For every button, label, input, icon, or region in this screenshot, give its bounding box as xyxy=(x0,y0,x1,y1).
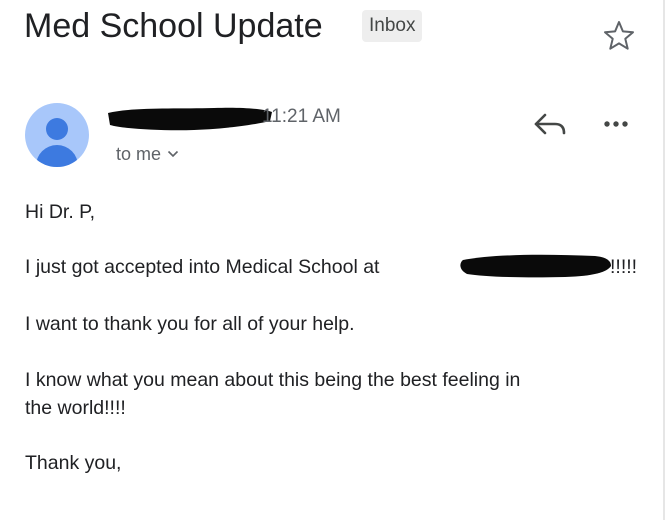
redacted-sender-name xyxy=(108,107,272,131)
email-greeting: Hi Dr. P, xyxy=(25,201,96,223)
chevron-down-icon xyxy=(167,150,179,158)
redacted-school-name xyxy=(460,254,611,278)
avatar-head xyxy=(46,118,68,140)
sender-avatar[interactable] xyxy=(25,103,89,167)
inbox-label-badge[interactable]: Inbox xyxy=(362,10,423,42)
recipient-dropdown[interactable]: to me xyxy=(116,142,179,166)
reply-icon[interactable] xyxy=(531,108,569,140)
star-icon[interactable] xyxy=(601,18,637,54)
recipient-label: to me xyxy=(116,144,162,164)
email-body-line-3b: the world!!!! xyxy=(25,397,126,419)
email-body-line-3a: I know what you mean about this being th… xyxy=(25,369,521,391)
avatar-shoulders xyxy=(36,145,78,167)
email-subject: Med School Update xyxy=(24,7,323,45)
more-options-icon[interactable] xyxy=(601,110,631,138)
exclamation-marks: !!!!! xyxy=(610,256,638,278)
email-body-line-1: I just got accepted into Medical School … xyxy=(25,254,379,281)
email-closing: Thank you, xyxy=(25,452,122,474)
acceptance-text: I just got accepted into Medical School … xyxy=(25,256,380,278)
email-body-line-2: I want to thank you for all of your help… xyxy=(25,313,355,335)
sender-time: 11:21 AM xyxy=(262,106,341,127)
